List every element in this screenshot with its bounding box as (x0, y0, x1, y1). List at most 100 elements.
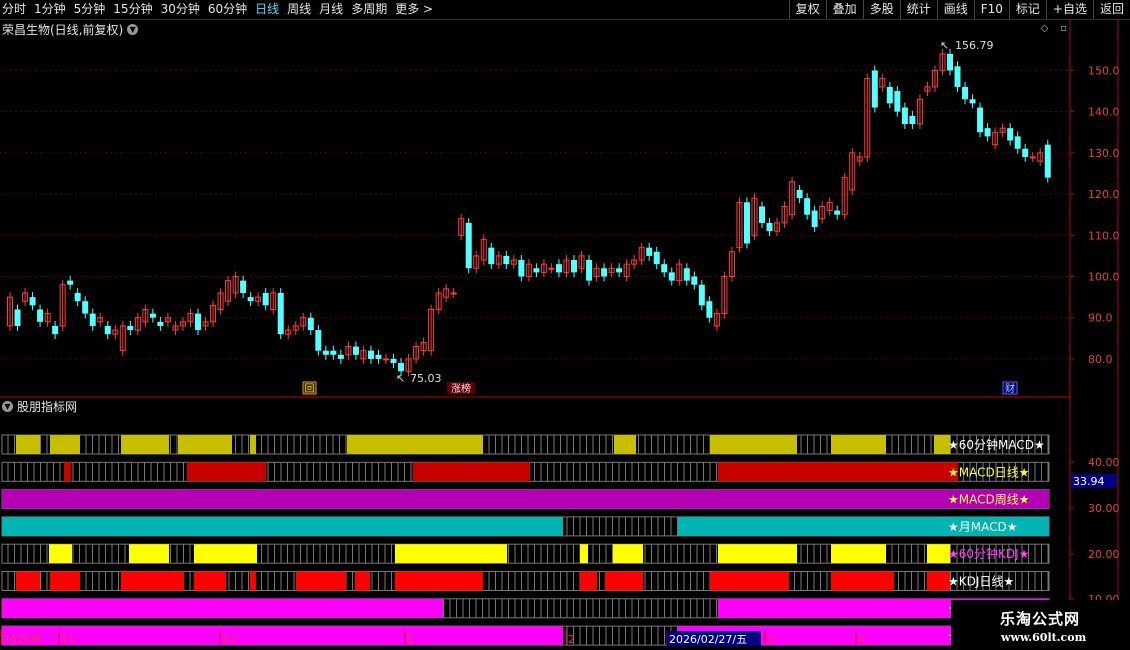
indicator-title-bar: ▼ 股朋指标网 (2, 398, 77, 415)
candle-down (322, 350, 329, 355)
indicator-row (1, 434, 1050, 455)
chevron-down-icon[interactable]: ▼ (2, 401, 13, 412)
indicator-row (1, 625, 1050, 646)
indicator-segment (2, 626, 563, 646)
indicator-segment (187, 462, 266, 482)
candle-down (555, 264, 562, 273)
candle-down (104, 325, 111, 335)
back-button[interactable]: 返回 (1092, 0, 1130, 19)
tab-daily[interactable]: 日线 (255, 2, 279, 17)
tab-5min[interactable]: 5分钟 (74, 2, 106, 17)
date-tick-label: 11 (61, 633, 75, 646)
add-watchlist-button[interactable]: +自选 (1045, 0, 1093, 19)
tab-multi-period[interactable]: 多周期 (351, 2, 387, 17)
candle-up (548, 267, 555, 270)
indicator-segment (16, 435, 40, 454)
candle-down (1007, 128, 1014, 141)
date-tick-label: 1 (407, 633, 414, 646)
candle-down (691, 276, 698, 285)
candle-down (352, 346, 359, 355)
restore-rights-button[interactable]: 复权 (788, 0, 826, 19)
candle-down (759, 206, 765, 223)
price-tick-label: 150.0 (1088, 64, 1120, 77)
price-tick-label: 110.0 (1088, 229, 1120, 242)
indicator-segment (121, 571, 184, 591)
tab-15min[interactable]: 15分钟 (113, 2, 152, 17)
candle-down (375, 354, 382, 359)
multi-stock-button[interactable]: 多股 (862, 0, 900, 19)
candle-down (89, 313, 96, 326)
candle-down (886, 86, 893, 104)
maximize-icon[interactable]: ▫ (1058, 23, 1069, 34)
indicator-segment (194, 571, 226, 591)
mark-button[interactable]: 标记 (1008, 0, 1046, 19)
indicator-segment (347, 435, 483, 454)
indicator-segment (2, 516, 563, 536)
candle-down (127, 325, 134, 331)
indicator-segment (718, 462, 958, 482)
indicator-segment (580, 544, 588, 564)
indicator-segment (250, 571, 256, 591)
indicator-row (1, 461, 1050, 482)
cursor-date-label: 2026/02/27/五 (669, 633, 747, 646)
candle-down (277, 292, 284, 335)
price-tick-label: 80.0 (1088, 353, 1113, 366)
f10-button[interactable]: F10 (973, 0, 1009, 19)
indicator-title: 股朋指标网 (17, 400, 78, 414)
candle-down (518, 260, 525, 277)
indicator-segment (121, 435, 169, 454)
indicator-row-label: ★月MACD★ (948, 520, 1018, 534)
tool-buttons: 复权 叠加 多股 统计 画线 F10 标记 +自选 返回 (788, 0, 1130, 19)
kline-chart[interactable]: 150.0 140.0 130.0 120.0 110.0 100.0 90.0 80.0 ↖ 1… (0, 19, 1130, 650)
candle-down (653, 251, 660, 265)
chevron-down-icon[interactable]: ▼ (127, 23, 139, 35)
tab-30min[interactable]: 30分钟 (161, 2, 200, 17)
candle-down (962, 86, 969, 100)
overlay-button[interactable]: 叠加 (825, 0, 863, 19)
candle-down (330, 350, 337, 355)
indicator-segment (614, 435, 636, 454)
candle-down (14, 309, 21, 326)
diamond-icon[interactable]: ◇ (1039, 23, 1050, 34)
tab-fenshi[interactable]: 分时 (2, 2, 26, 17)
candle-up (450, 292, 457, 295)
indicator-segment (194, 544, 257, 564)
indicator-row (1, 516, 1050, 537)
indicator-segment (413, 462, 530, 482)
indicator-segment (395, 571, 483, 591)
indicator-segment (580, 571, 597, 591)
tab-1min[interactable]: 1分钟 (34, 2, 66, 17)
date-tick-label: 4 (858, 633, 865, 646)
tab-60min[interactable]: 60分钟 (208, 2, 247, 17)
indicator-row-label: ★60分钟MACD★ (948, 437, 1045, 452)
candle-down (157, 321, 164, 326)
candle-down (1044, 144, 1051, 178)
indicator-segment (927, 571, 950, 591)
marker-zhangbang: 涨榜 (451, 382, 471, 395)
indicator-tick-label: 20.00 (1088, 548, 1120, 561)
candle-down (894, 91, 901, 112)
candle-down (307, 317, 314, 331)
candle-down (766, 222, 773, 232)
tab-more[interactable]: 更多 > (395, 2, 433, 17)
candle-down (871, 70, 878, 108)
candle-down (390, 358, 397, 364)
draw-line-button[interactable]: 画线 (936, 0, 974, 19)
indicator-segment (831, 544, 886, 564)
stock-title: 荣昌生物(日线,前复权) (2, 22, 124, 37)
indicator-row-label: ★KDJ日线★ (948, 575, 1014, 589)
tab-weekly[interactable]: 周线 (287, 2, 311, 17)
candle-down (337, 354, 344, 359)
price-tick-label: 140.0 (1088, 106, 1120, 119)
indicator-segment (64, 462, 71, 482)
indicator-row-label: ★MACD日线★ (948, 465, 1030, 479)
indicator-segment (50, 571, 80, 591)
high-price-label: 156.79 (955, 39, 994, 52)
statistics-button[interactable]: 统计 (899, 0, 937, 19)
candle-down (796, 189, 803, 199)
candle-down (909, 115, 916, 125)
candle-down (52, 325, 59, 335)
tab-monthly[interactable]: 月线 (319, 2, 343, 17)
candle-down (661, 264, 668, 273)
candle-down (367, 350, 374, 359)
